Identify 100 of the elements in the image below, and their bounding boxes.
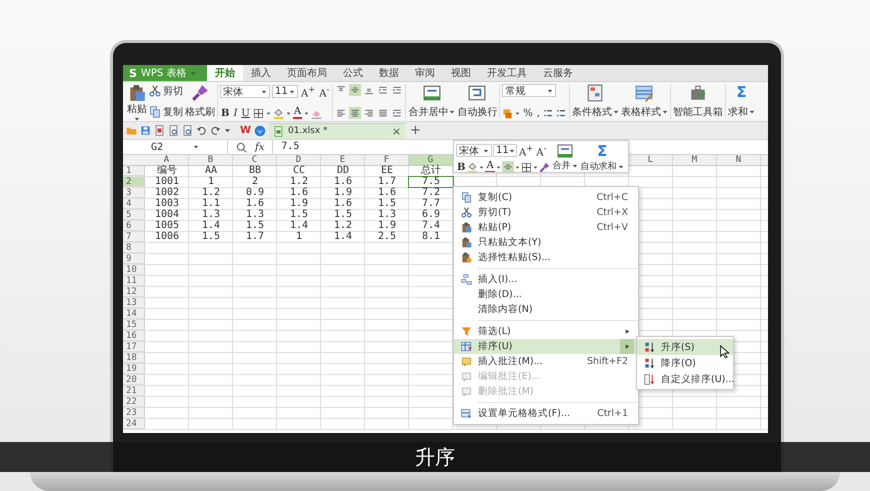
align-button[interactable] [377, 107, 390, 119]
grow-font-button[interactable]: A$^{+}$ [300, 84, 316, 100]
row-header[interactable]: 1 [123, 166, 145, 176]
name-box[interactable]: G2 [123, 140, 228, 154]
align-button[interactable] [349, 107, 362, 119]
row-header[interactable]: 23 [123, 408, 145, 418]
font-select[interactable]: 宋体 [220, 85, 270, 98]
table-style-button[interactable]: 表格样式 [620, 84, 668, 119]
menu-item[interactable]: 插入(I)... [454, 272, 638, 287]
ribbon-tab[interactable]: 云服务 [535, 65, 581, 81]
comma-button[interactable]: , [536, 108, 541, 119]
zoom-icon[interactable] [236, 142, 247, 152]
menu-item[interactable]: 只粘贴文本(Y) [454, 235, 638, 250]
row-header[interactable]: 13 [123, 298, 145, 308]
merge-center-button[interactable]: 合并居中 [408, 84, 456, 119]
ribbon-tab[interactable]: 开发工具 [479, 65, 535, 81]
menu-item[interactable]: 自定义排序(U)... [637, 371, 733, 387]
decimal-icon[interactable] [556, 108, 567, 119]
caret-icon[interactable] [224, 127, 231, 134]
menu-item[interactable]: 排序(U) [454, 339, 638, 354]
fill-color-icon[interactable] [272, 108, 284, 118]
font-select[interactable]: 宋体 [456, 144, 492, 158]
row-header[interactable]: 19 [123, 364, 145, 374]
row-header[interactable]: 18 [123, 353, 145, 363]
conditional-format-button[interactable]: 条件格式 [572, 84, 619, 119]
row-header[interactable]: 14 [123, 309, 145, 319]
row-header[interactable]: 6 [123, 221, 145, 231]
column-header[interactable]: N [717, 155, 761, 165]
row-header[interactable]: 24 [123, 419, 145, 429]
copy-button[interactable]: 复制 [149, 105, 183, 119]
ribbon-tab[interactable]: 页面布局 [279, 65, 335, 81]
row-header[interactable]: 11 [123, 276, 145, 286]
row-header[interactable]: 9 [123, 254, 145, 264]
bold-button[interactable]: B [220, 108, 230, 118]
menu-item[interactable]: 筛选(L) [454, 324, 638, 339]
column-header[interactable]: B [189, 155, 233, 165]
menu-item[interactable]: 选择性粘贴(S)... [454, 250, 638, 265]
column-header[interactable]: D [277, 155, 321, 165]
row-header[interactable]: 17 [123, 342, 145, 352]
grow-font-button[interactable]: A$^{+}$ [518, 143, 534, 158]
preview-icon[interactable] [182, 125, 193, 136]
undo-icon[interactable] [196, 125, 207, 136]
number-format-select[interactable]: 常规 [502, 84, 556, 97]
menu-item[interactable]: 清除内容(N) [454, 302, 638, 317]
align-button[interactable] [391, 84, 404, 96]
export-icon[interactable] [154, 125, 165, 136]
shrink-font-button[interactable]: A$^{-}$ [535, 143, 548, 158]
row-header[interactable]: 21 [123, 386, 145, 396]
font-color-button[interactable]: A [485, 161, 495, 172]
globe-icon[interactable] [254, 124, 266, 136]
ribbon-tab[interactable]: 视图 [443, 65, 479, 81]
percent-button[interactable]: % [522, 108, 534, 119]
decimal-icon[interactable] [542, 108, 554, 119]
menu-item[interactable]: 粘贴(P) Ctrl+V [454, 220, 638, 235]
ribbon-tab[interactable]: 开始 [207, 65, 243, 81]
bold-button[interactable]: B [456, 162, 466, 172]
document-tab[interactable]: 01.xlsx * × [269, 122, 406, 138]
ribbon-tab[interactable]: 插入 [243, 65, 279, 81]
new-tab-button[interactable]: + [410, 123, 421, 138]
align-button[interactable] [391, 107, 404, 119]
borders-icon[interactable] [252, 108, 264, 118]
row-header[interactable]: 2 [123, 177, 145, 187]
row-header[interactable]: 4 [123, 199, 145, 209]
close-tab-button[interactable]: × [392, 124, 402, 138]
column-header[interactable]: G [409, 155, 453, 165]
menu-item[interactable]: 升序(S) [637, 339, 733, 355]
ribbon-tab[interactable]: 数据 [371, 65, 407, 81]
column-header[interactable]: A [145, 155, 189, 165]
font-size-select[interactable]: 11 [493, 144, 517, 158]
row-header[interactable]: 22 [123, 397, 145, 407]
format-painter-button[interactable]: 格式刷 [185, 84, 215, 119]
align-button[interactable] [349, 84, 362, 96]
sum-button[interactable]: Σ 求和 [728, 84, 755, 119]
row-header[interactable]: 15 [123, 320, 145, 330]
row-header[interactable]: 16 [123, 331, 145, 341]
font-size-select[interactable]: 11 [272, 85, 298, 98]
menu-item[interactable]: 降序(O) [637, 355, 733, 371]
align-button[interactable] [363, 107, 376, 119]
menu-item[interactable]: 插入批注(M)... Shift+F2 [454, 354, 638, 369]
borders-icon[interactable] [520, 162, 532, 172]
align-button[interactable] [502, 161, 514, 172]
ribbon-tab[interactable]: 公式 [335, 65, 371, 81]
paste-button[interactable]: 粘贴 [127, 84, 147, 119]
menu-item[interactable]: 删除(D)... [454, 287, 638, 302]
merge-button[interactable]: 合并 [552, 143, 578, 170]
menu-item[interactable]: 设置单元格格式(F)... Ctrl+1 [454, 406, 638, 421]
ribbon-tab[interactable]: 审阅 [407, 65, 443, 81]
row-header[interactable]: 5 [123, 210, 145, 220]
wps-logo[interactable]: W [240, 125, 252, 136]
row-header[interactable]: 8 [123, 243, 145, 253]
menu-item[interactable]: 复制(C) Ctrl+C [454, 190, 638, 205]
menu-item[interactable]: 剪切(T) Ctrl+X [454, 205, 638, 220]
wrap-text-button[interactable]: 自动换行 [457, 84, 498, 119]
cut-button[interactable]: 剪切 [149, 84, 183, 98]
shrink-font-button[interactable]: A$^{-}$ [318, 84, 330, 100]
align-button[interactable] [377, 84, 390, 96]
fill-color-icon[interactable] [467, 162, 478, 172]
underline-button[interactable]: U [240, 108, 251, 118]
row-header[interactable]: 10 [123, 265, 145, 275]
function-button[interactable]: fx [255, 142, 264, 152]
